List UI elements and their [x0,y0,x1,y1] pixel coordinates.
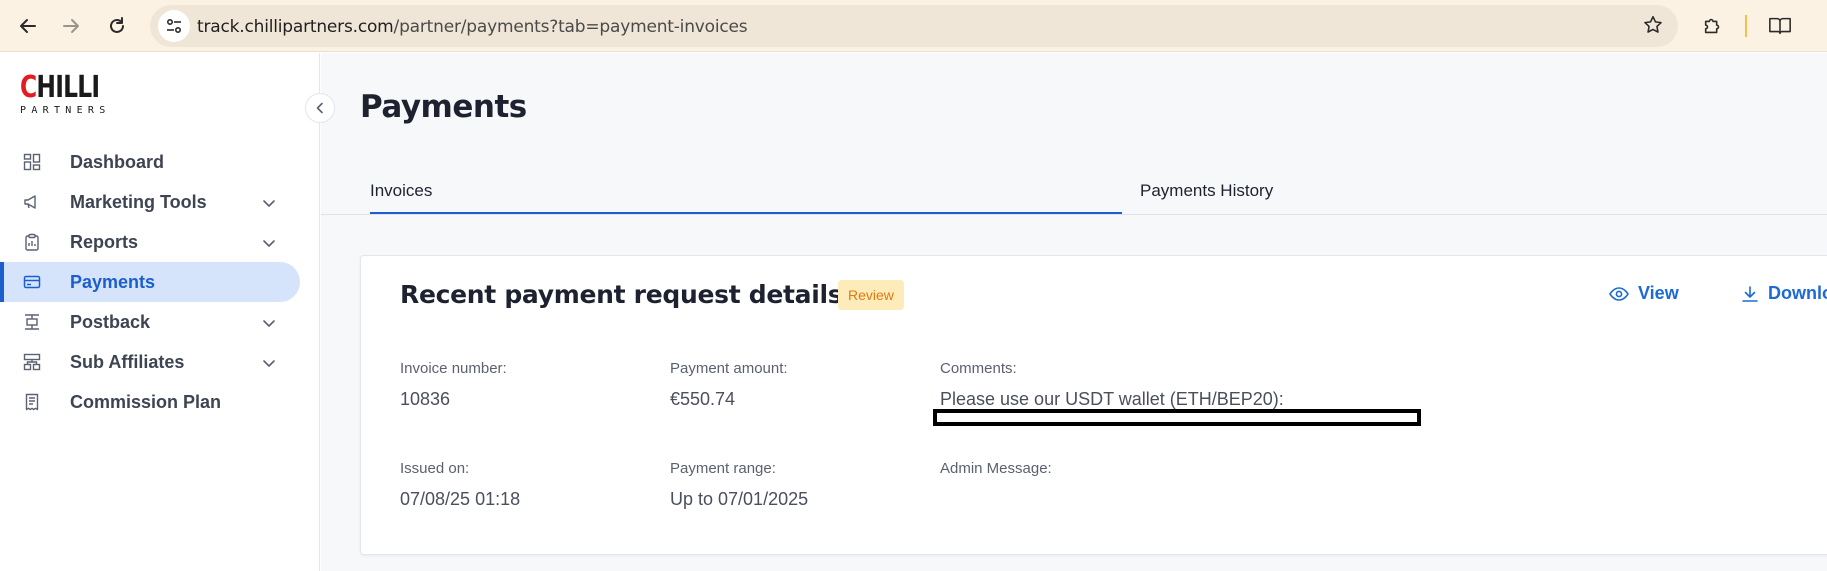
eye-icon [1609,286,1629,302]
admin-message-label: Admin Message: [940,460,1052,477]
sidebar-item-label: Marketing Tools [70,191,207,212]
logo-first-letter: C [20,70,37,105]
postback-icon [22,312,42,332]
chevron-down-icon [262,354,276,375]
payment-amount-field: Payment amount: €550.74 [670,360,788,410]
book-icon [1769,17,1791,35]
sidebar-item-label: Postback [70,311,151,332]
hierarchy-icon [22,352,42,372]
comments-value: Please use our USDT wallet (ETH/BEP20): [940,389,1284,409]
view-label: View [1638,283,1679,303]
invoice-number-label: Invoice number: [400,360,507,377]
download-button[interactable]: Download [1741,283,1827,304]
receipt-icon [22,392,42,412]
reload-button[interactable] [101,10,133,42]
page-title: Payments [360,89,527,125]
sidebar-item-sub-affiliates[interactable]: Sub Affiliates [0,342,320,382]
puzzle-icon [1704,18,1720,34]
card-icon [22,272,42,292]
download-label: Download [1768,283,1827,303]
site-info-button[interactable] [158,10,190,42]
bookmark-star-button[interactable] [1642,14,1664,41]
sidebar-item-label: Sub Affiliates [70,351,185,372]
payment-request-card: Recent payment request details Review Vi… [360,255,1827,555]
tab-bar: Invoices Payments History [321,163,1827,215]
issued-on-field: Issued on: 07/08/25 01:18 [400,460,520,510]
chevron-down-icon [262,314,276,335]
logo-rest: HILLI [36,70,100,105]
address-bar[interactable]: track.chillipartners.com/partner/payment… [150,5,1678,47]
reload-icon [110,17,124,33]
payment-amount-value: €550.74 [670,389,736,409]
sidebar: CHILLI PARTNERS Dashboard Marketing Tool… [0,53,320,571]
chevron-down-icon [262,194,276,215]
payment-range-field: Payment range: Up to 07/01/2025 [670,460,808,510]
card-title: Recent payment request details [400,280,843,309]
invoice-number-value: 10836 [400,389,451,409]
chevron-left-icon [316,102,323,114]
payment-range-value: Up to 07/01/2025 [670,489,809,509]
issued-on-label: Issued on: [400,460,470,477]
sidebar-item-payments[interactable]: Payments [0,262,300,302]
comments-field: Comments: Please use our USDT wallet (ET… [940,360,1284,410]
sidebar-item-label: Payments [70,271,156,292]
browser-toolbar: track.chillipartners.com/partner/payment… [0,0,1827,52]
payment-range-label: Payment range: [670,460,776,477]
dashboard-icon [22,152,42,172]
view-button[interactable]: View [1609,283,1679,304]
logo-subtitle: PARTNERS [20,105,111,116]
star-icon [1644,15,1662,33]
sidebar-item-label: Dashboard [70,151,165,172]
comments-label: Comments: [940,360,1017,377]
invoice-number-field: Invoice number: 10836 [400,360,507,410]
sidebar-item-commission-plan[interactable]: Commission Plan [0,382,320,422]
sidebar-item-dashboard[interactable]: Dashboard [0,142,320,182]
megaphone-icon [22,192,42,212]
redacted-wallet-address [933,409,1421,426]
sidebar-item-label: Reports [70,231,139,252]
payment-amount-label: Payment amount: [670,360,788,377]
url-text: track.chillipartners.com/partner/payment… [197,17,748,37]
url-path: /partner/payments?tab=payment-invoices [393,17,748,37]
chevron-down-icon [262,234,276,255]
tune-icon [166,18,182,34]
logo-wordmark: CHILLI [20,70,100,105]
sidebar-menu: Dashboard Marketing Tools Reports Paymen… [0,142,320,422]
sidebar-collapse-button[interactable] [305,93,335,123]
sidebar-item-reports[interactable]: Reports [0,222,320,262]
extensions-button[interactable] [1697,10,1729,42]
toolbar-divider [1745,15,1747,37]
sidebar-item-postback[interactable]: Postback [0,302,320,342]
main-content: Payments Invoices Payments History Recen… [321,53,1827,571]
active-tab-indicator [370,212,1122,214]
reading-mode-button[interactable] [1764,10,1796,42]
back-arrow-icon [20,19,36,33]
download-icon [1741,285,1759,303]
admin-message-field: Admin Message: [940,460,1052,477]
sidebar-item-marketing-tools[interactable]: Marketing Tools [0,182,320,222]
status-badge: Review [838,280,904,310]
issued-on-value: 07/08/25 01:18 [400,489,521,509]
sidebar-item-label: Commission Plan [70,391,222,412]
chilli-partners-logo[interactable]: CHILLI PARTNERS [20,70,122,117]
back-button[interactable] [12,10,44,42]
url-host: track.chillipartners.com [197,17,394,37]
tab-invoices[interactable]: Invoices [370,163,432,215]
clipboard-icon [22,232,42,252]
forward-button[interactable] [55,10,87,42]
forward-arrow-icon [63,19,79,33]
tab-payments-history[interactable]: Payments History [1140,163,1273,215]
